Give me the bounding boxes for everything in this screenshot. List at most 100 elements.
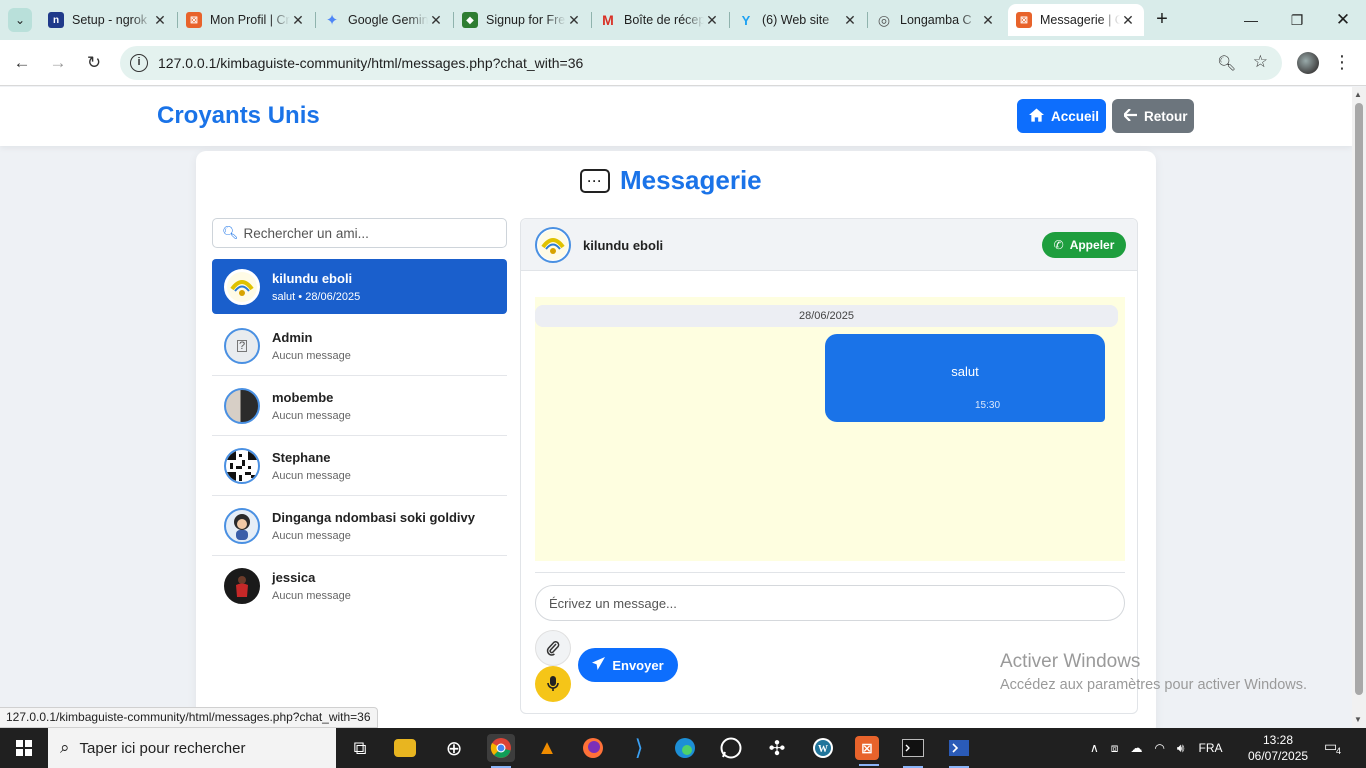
vscode-icon[interactable]: ⟩: [625, 734, 653, 762]
xampp-icon: ⊠: [186, 12, 202, 28]
profile-avatar[interactable]: [1297, 52, 1319, 74]
minimize-icon[interactable]: —: [1228, 0, 1274, 40]
chevron-up-icon[interactable]: ∧: [1090, 741, 1099, 755]
xampp-icon[interactable]: ⊠: [855, 736, 879, 766]
cloud-icon[interactable]: ☁: [1130, 741, 1142, 755]
contact-last-message: Aucun message: [272, 529, 351, 542]
close-window-icon[interactable]: ✕: [1320, 0, 1366, 40]
site-info-icon[interactable]: i: [130, 54, 148, 72]
tab-search-chevron-icon[interactable]: ⌄: [8, 8, 32, 32]
back-button[interactable]: Retour: [1112, 99, 1194, 133]
call-button[interactable]: ✆ Appeler: [1042, 232, 1126, 258]
tab-gmail[interactable]: M Boîte de réception ✕: [592, 4, 728, 36]
contact-item-active[interactable]: kilundu eboli salut • 28/06/2025: [212, 259, 507, 314]
powershell-icon[interactable]: [945, 734, 973, 768]
close-tab-icon[interactable]: ✕: [842, 12, 858, 29]
contact-name: Dinganga ndombasi soki goldivy: [272, 509, 475, 525]
wordpress-icon[interactable]: W: [809, 734, 837, 762]
close-tab-icon[interactable]: ✕: [704, 12, 720, 29]
microphone-icon[interactable]: [535, 666, 571, 702]
close-tab-icon[interactable]: ✕: [980, 12, 996, 29]
contact-last-message: Aucun message: [272, 590, 351, 602]
scroll-up-arrow-icon[interactable]: ▲: [1354, 90, 1362, 99]
site-logo-icon: Y: [741, 12, 751, 28]
close-tab-icon[interactable]: ✕: [566, 12, 582, 29]
terminal-icon[interactable]: [899, 734, 927, 768]
file-explorer-icon[interactable]: [394, 739, 416, 757]
tab-signup[interactable]: ◆ Signup for Free ✕: [454, 4, 590, 36]
windows-start-icon[interactable]: [0, 728, 48, 768]
vlc-icon[interactable]: ▲: [533, 734, 561, 762]
tab-web-site[interactable]: Y (6) Web site ✕: [730, 4, 866, 36]
tab-title: Google Gemini: [348, 13, 428, 27]
whatsapp-icon[interactable]: [717, 734, 745, 762]
network-globe-icon[interactable]: ⊕: [440, 734, 468, 762]
volume-icon[interactable]: 🔊︎: [1177, 741, 1185, 756]
browser-toolbar: ← → ↻ i 127.0.0.1/kimbaguiste-community/…: [0, 40, 1366, 86]
contact-item[interactable]: jessica Aucun message: [212, 556, 507, 616]
chatgpt-icon[interactable]: ✣: [763, 734, 791, 762]
chrome-icon[interactable]: [487, 734, 515, 768]
contact-last-message: Aucun message: [272, 409, 351, 422]
firefox-icon[interactable]: [579, 734, 607, 762]
tab-ngrok[interactable]: n Setup - ngrok ✕: [40, 4, 176, 36]
tab-mon-profil[interactable]: ⊠ Mon Profil | Croyants ✕: [178, 4, 314, 36]
zoom-icon[interactable]: 🔍︎: [1217, 54, 1236, 72]
taskbar-search-placeholder: Taper ici pour rechercher: [79, 739, 246, 757]
new-tab-plus-icon[interactable]: +: [1150, 8, 1174, 32]
contact-name: Admin: [272, 329, 313, 345]
close-tab-icon[interactable]: ✕: [1120, 12, 1136, 29]
friend-search-input[interactable]: 🔍︎ Rechercher un ami...: [212, 218, 507, 248]
contact-item[interactable]: ? Admin Aucun message: [212, 316, 507, 376]
outgoing-message-bubble[interactable]: salut 15:30: [825, 334, 1105, 422]
contact-item[interactable]: mobembe Aucun message: [212, 376, 507, 436]
clock-time: 13:28: [1262, 733, 1294, 747]
message-input[interactable]: Écrivez un message...: [535, 585, 1125, 621]
link-status-bar: 127.0.0.1/kimbaguiste-community/html/mes…: [0, 707, 378, 728]
chat-contact-avatar: [535, 227, 571, 263]
close-tab-icon[interactable]: ✕: [290, 12, 306, 29]
forward-arrow-icon[interactable]: →: [44, 49, 72, 77]
address-bar[interactable]: i 127.0.0.1/kimbaguiste-community/html/m…: [120, 46, 1282, 80]
contact-avatar: [224, 447, 260, 484]
browser-menu-icon[interactable]: ⋮: [1333, 52, 1351, 73]
address-url[interactable]: 127.0.0.1/kimbaguiste-community/html/mes…: [158, 55, 583, 71]
scroll-down-arrow-icon[interactable]: ▼: [1354, 715, 1362, 724]
back-arrow-icon[interactable]: ←: [8, 49, 36, 77]
edge-icon[interactable]: [671, 734, 699, 762]
page-scrollbar[interactable]: ▲ ▼: [1352, 87, 1366, 728]
restore-icon[interactable]: ❐: [1274, 0, 1320, 40]
messaging-card: ··· Messagerie 🔍︎ Rechercher un ami... k…: [196, 151, 1156, 728]
close-tab-icon[interactable]: ✕: [152, 12, 168, 29]
scrollbar-thumb[interactable]: [1355, 103, 1363, 695]
contact-avatar: [224, 507, 260, 544]
system-clock[interactable]: 13:28 06/07/2025: [1248, 732, 1308, 764]
notification-center-icon[interactable]: ▭ 4: [1324, 738, 1346, 758]
chat-contact-name: kilundu eboli: [583, 238, 664, 253]
device-icon[interactable]: ⧈: [1111, 741, 1119, 756]
bookmark-star-icon[interactable]: ☆: [1253, 52, 1268, 72]
date-separator: 28/06/2025: [535, 305, 1118, 327]
contact-item[interactable]: Stephane Aucun message: [212, 436, 507, 496]
paperclip-icon[interactable]: [535, 630, 571, 666]
arrow-left-icon: [1122, 108, 1137, 124]
tab-gemini[interactable]: ✦ Google Gemini ✕: [316, 4, 452, 36]
taskbar-search-box[interactable]: ⌕ Taper ici pour rechercher: [48, 728, 336, 768]
site-brand[interactable]: Croyants Unis: [157, 102, 320, 130]
notification-count: 4: [1336, 746, 1342, 756]
home-button[interactable]: Accueil: [1017, 99, 1106, 133]
contact-item[interactable]: Dinganga ndombasi soki goldivy Aucun mes…: [212, 496, 507, 556]
language-indicator[interactable]: FRA: [1198, 741, 1222, 755]
task-view-icon[interactable]: ⧉: [346, 734, 374, 762]
tab-messagerie-active[interactable]: ⊠ Messagerie | C ✕: [1008, 4, 1144, 36]
close-tab-icon[interactable]: ✕: [428, 12, 444, 29]
contact-avatar: [224, 268, 260, 305]
watermark-title: Activer Windows: [1000, 651, 1141, 672]
tab-longamba[interactable]: ◎ Longamba C ✕: [868, 4, 1004, 36]
send-button[interactable]: Envoyer: [578, 648, 678, 682]
watermark-subtitle: Accédez aux paramètres pour activer Wind…: [1000, 677, 1308, 693]
send-button-label: Envoyer: [612, 657, 664, 673]
contact-last-message: Aucun message: [272, 469, 351, 482]
reload-icon[interactable]: ↻: [80, 49, 108, 77]
wifi-icon[interactable]: ◠: [1154, 741, 1164, 755]
